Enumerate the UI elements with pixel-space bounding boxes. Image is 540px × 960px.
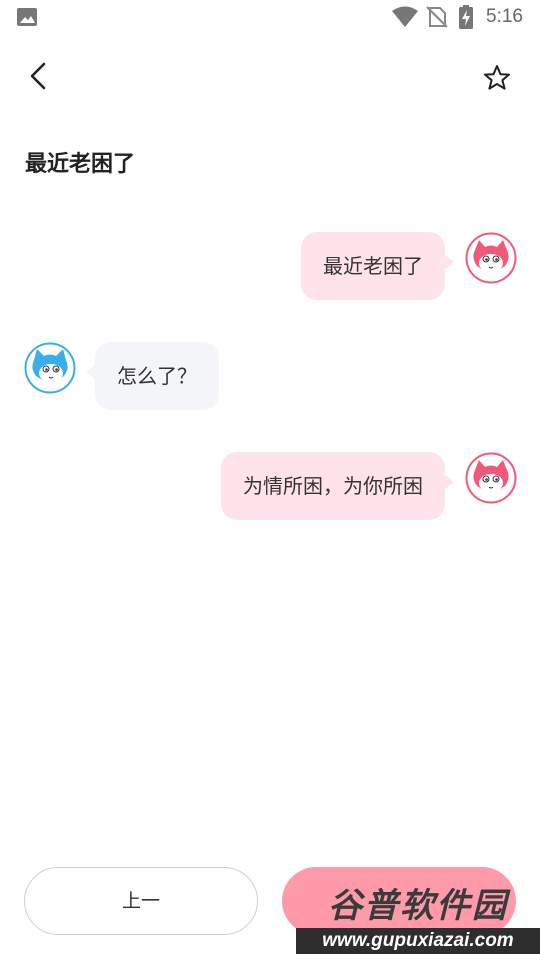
- message-bubble-sent: 为情所困，为你所困: [221, 452, 454, 520]
- message-bubble-received: 怎么了？: [86, 342, 219, 410]
- wifi-icon: [392, 6, 418, 27]
- clock: 5:16: [486, 6, 523, 27]
- battery-charging-icon: [459, 5, 473, 29]
- pink-cat-avatar: [465, 452, 517, 504]
- pink-cat-avatar: [465, 232, 517, 284]
- page-title: 最近老困了: [25, 152, 136, 177]
- next-button[interactable]: [282, 867, 516, 935]
- photo-icon: [17, 8, 37, 26]
- status-bar: 5:16: [0, 0, 540, 36]
- blue-cat-avatar: [24, 342, 76, 394]
- back-icon[interactable]: [22, 58, 58, 94]
- no-sim-icon: [426, 6, 448, 28]
- previous-button[interactable]: 上一: [24, 867, 258, 935]
- favorite-star-icon[interactable]: [481, 62, 513, 94]
- message-bubble-sent: 最近老困了: [301, 232, 454, 300]
